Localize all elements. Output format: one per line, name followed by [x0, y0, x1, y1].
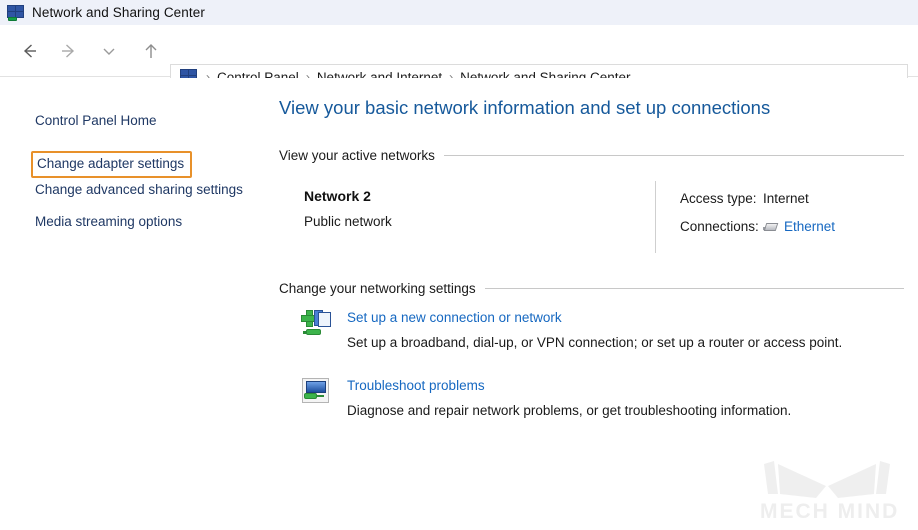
section-rule [485, 288, 904, 289]
troubleshoot-problems-description: Diagnose and repair network problems, or… [347, 403, 791, 418]
active-network-block: Network 2 Public network Access type: In… [279, 181, 904, 253]
ethernet-icon [763, 221, 779, 233]
connections-ethernet-link[interactable]: Ethernet [784, 219, 835, 234]
network-name: Network 2 [304, 188, 392, 204]
sidebar: Control Panel Home Change adapter settin… [0, 78, 266, 530]
forward-button[interactable] [52, 34, 86, 68]
access-type-value: Internet [763, 191, 809, 206]
main-content: View your basic network information and … [266, 78, 918, 530]
back-button[interactable] [12, 34, 46, 68]
connections-row: Connections: Ethernet [680, 216, 835, 237]
sidebar-spacer [0, 202, 266, 210]
section-rule [444, 155, 904, 156]
window-title: Network and Sharing Center [32, 5, 205, 20]
section-label: Change your networking settings [279, 281, 485, 296]
connections-label: Connections: [680, 219, 763, 234]
network-details: Access type: Internet Connections: Ether… [680, 188, 835, 244]
network-block-divider [655, 181, 656, 253]
network-type: Public network [304, 214, 392, 229]
sidebar-item-change-advanced-sharing-settings[interactable]: Change advanced sharing settings [35, 178, 248, 202]
set-up-new-connection-link[interactable]: Set up a new connection or network [347, 310, 562, 325]
network-identity: Network 2 Public network [304, 188, 392, 229]
section-header-active-networks: View your active networks [279, 148, 904, 163]
title-bar: Network and Sharing Center [0, 0, 918, 25]
navigation-bar: › Control Panel › Network and Internet ›… [0, 25, 918, 77]
access-type-row: Access type: Internet [680, 188, 835, 209]
network-icon [7, 5, 24, 21]
sidebar-item-change-adapter-settings[interactable]: Change adapter settings [31, 151, 192, 178]
up-button[interactable] [134, 34, 168, 68]
sidebar-item-control-panel-home[interactable]: Control Panel Home [35, 109, 248, 133]
recent-locations-button[interactable] [92, 34, 126, 68]
set-up-new-connection-description: Set up a broadband, dial-up, or VPN conn… [347, 335, 842, 350]
section-header-networking-settings: Change your networking settings [279, 281, 904, 296]
page-title: View your basic network information and … [279, 97, 770, 119]
section-label: View your active networks [279, 148, 444, 163]
access-type-label: Access type: [680, 191, 763, 206]
troubleshoot-problems-link[interactable]: Troubleshoot problems [347, 378, 485, 393]
sidebar-item-media-streaming-options[interactable]: Media streaming options [35, 210, 248, 234]
